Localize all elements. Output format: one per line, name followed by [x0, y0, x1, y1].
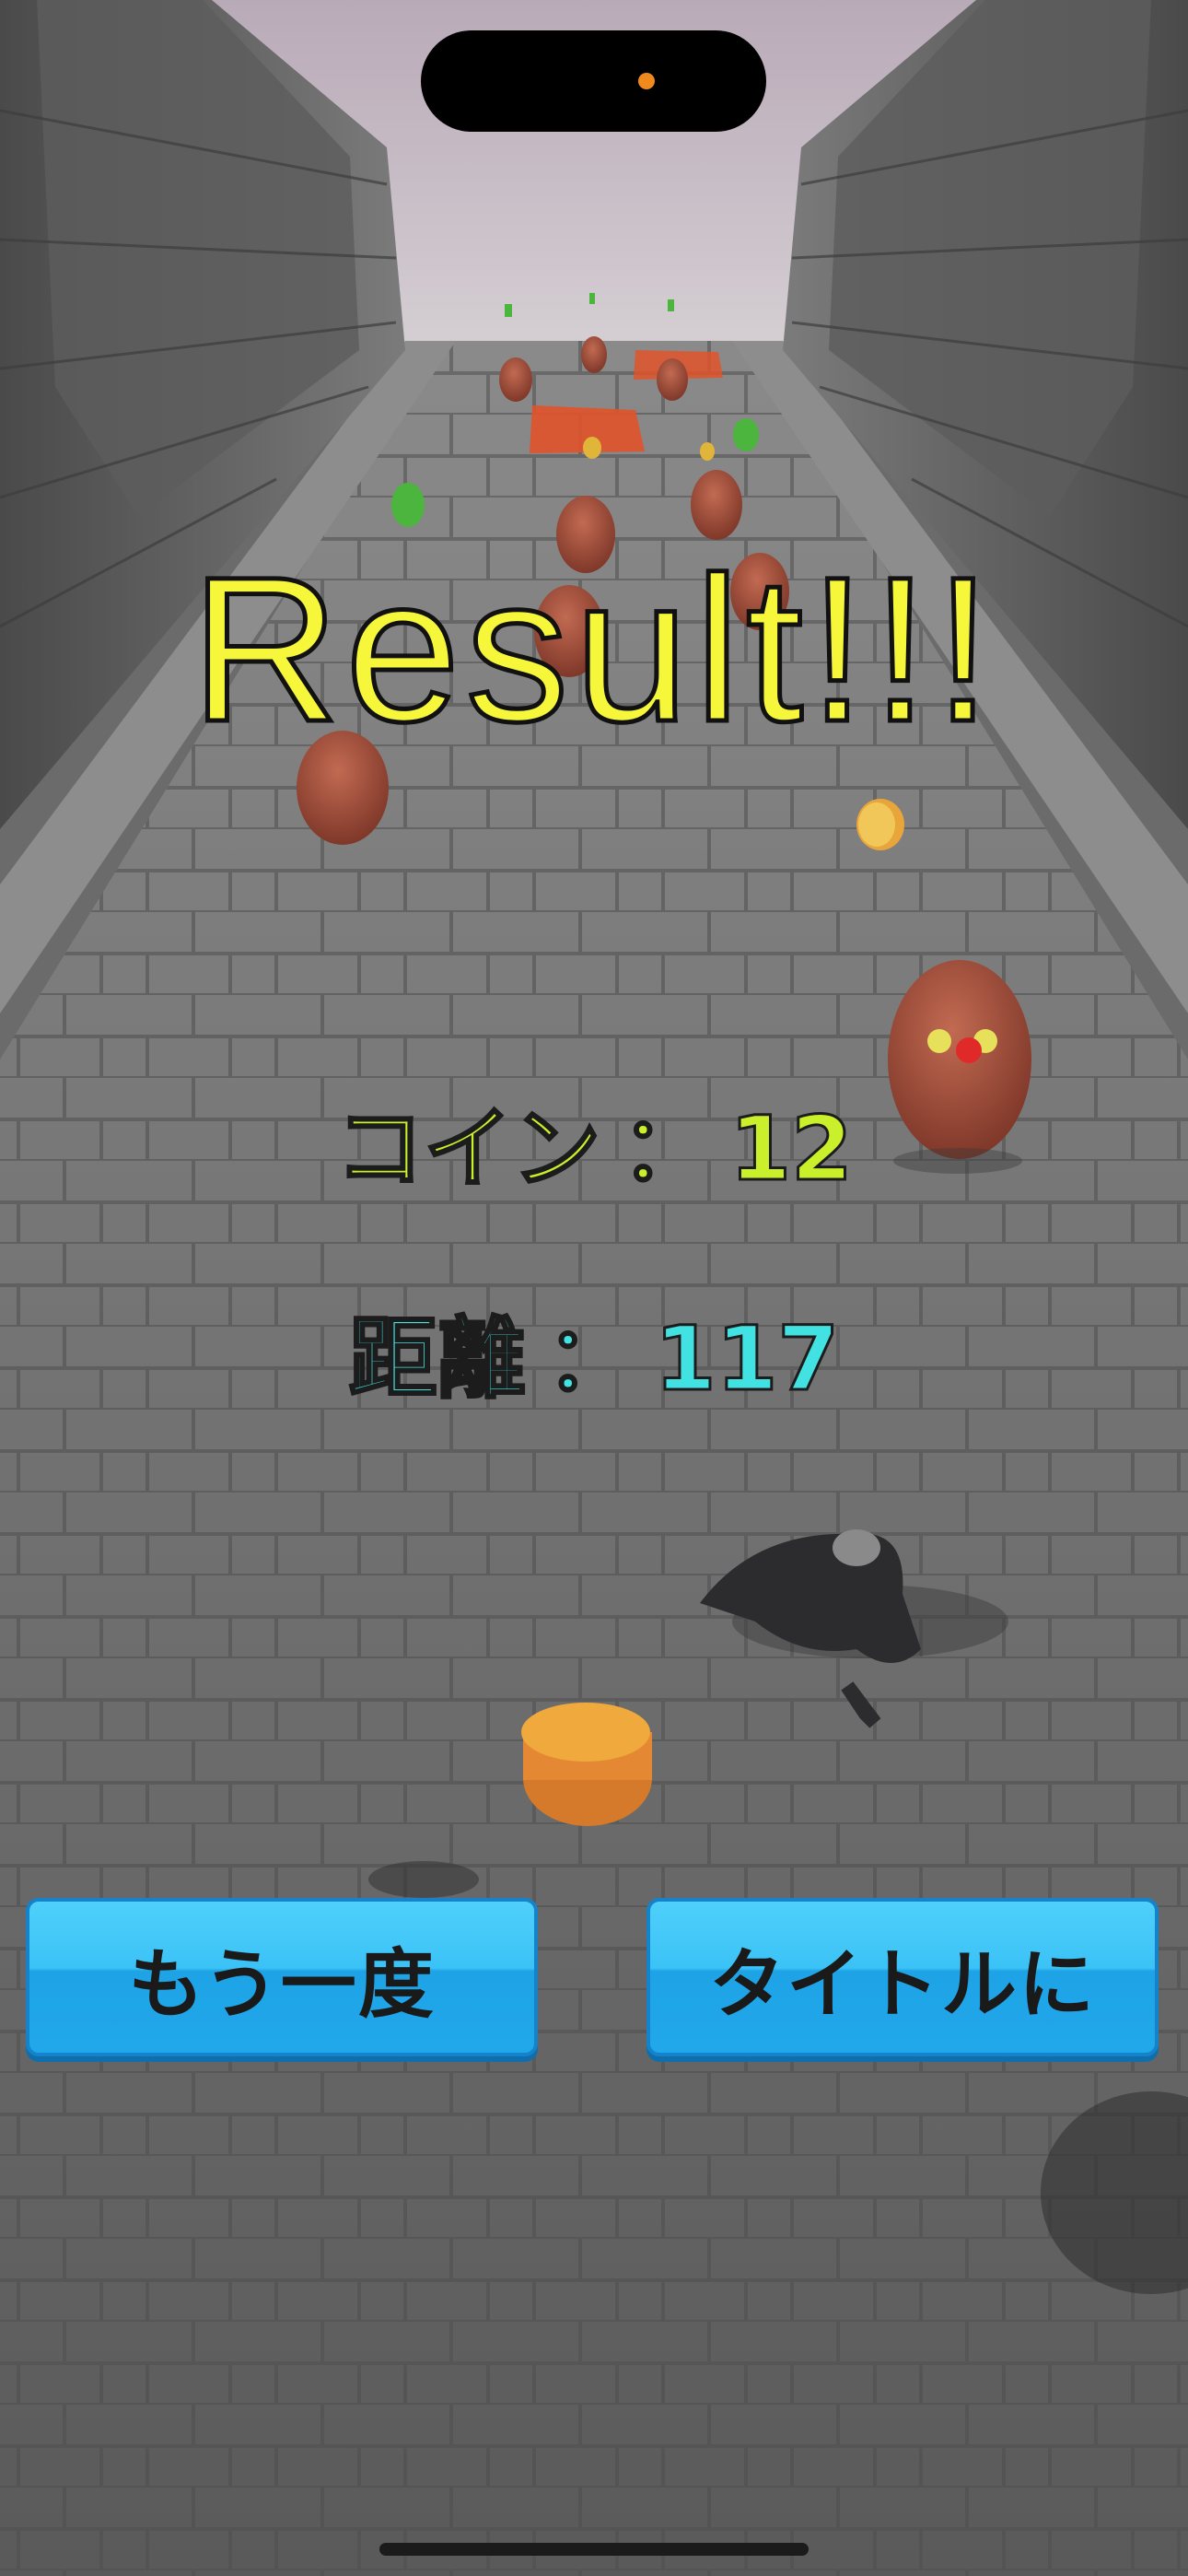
back-to-title-button-label: タイトルに	[708, 1940, 1096, 2029]
retry-button[interactable]: もう一度	[26, 1898, 538, 2056]
result-overlay: Result!!! コイン： 12 距離： 117 もう一度 タイトルに	[0, 0, 1188, 2576]
distance-value: 117	[653, 1307, 840, 1411]
distance-label: 距離	[347, 1307, 527, 1411]
back-to-title-button[interactable]: タイトルに	[646, 1898, 1159, 2056]
coin-count: コイン： 12	[0, 1097, 1188, 1201]
recording-indicator-icon	[638, 73, 655, 89]
distance-separator: ：	[544, 1307, 635, 1411]
coin-value: 12	[728, 1097, 855, 1201]
coin-separator: ：	[620, 1097, 711, 1201]
distance-count: 距離： 117	[0, 1307, 1188, 1411]
home-indicator[interactable]	[379, 2543, 809, 2556]
dynamic-island	[421, 30, 766, 132]
retry-button-label: もう一度	[128, 1940, 436, 2029]
coin-label: コイン	[334, 1097, 602, 1201]
result-title: Result!!!	[189, 534, 997, 765]
